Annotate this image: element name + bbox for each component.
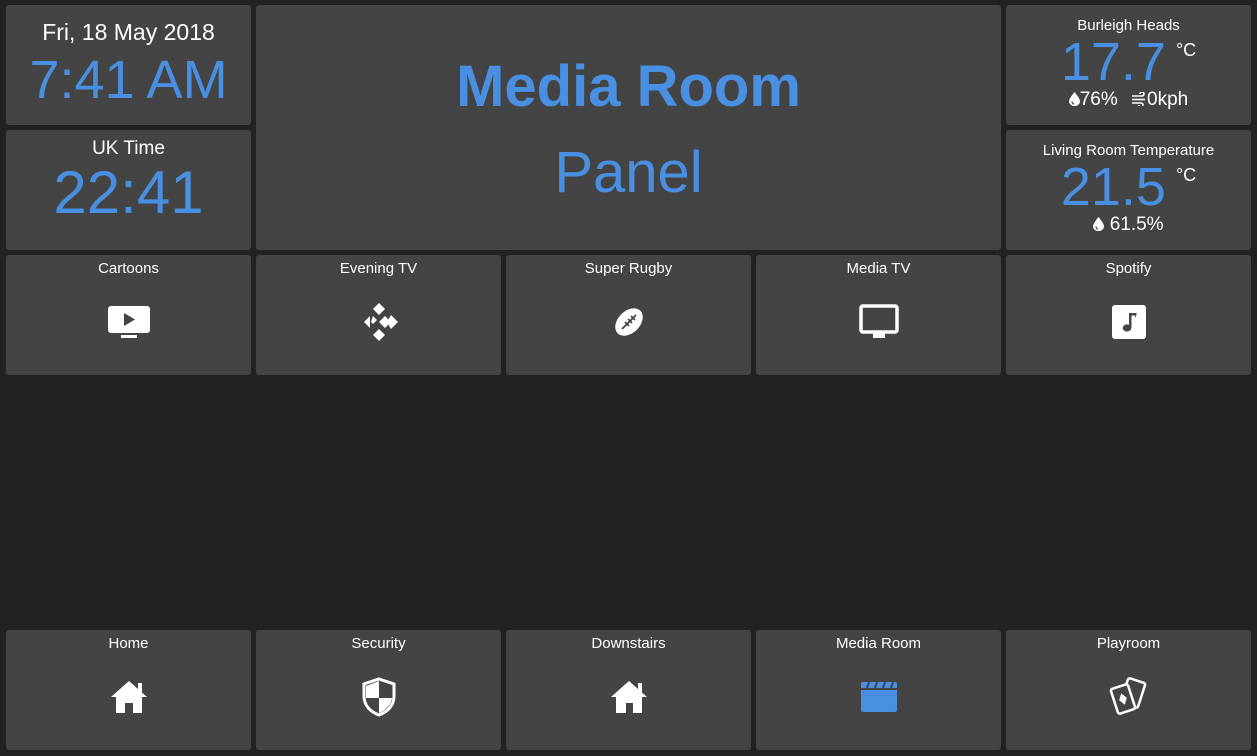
nav-button-security[interactable]: Security bbox=[256, 630, 501, 750]
room-temperature-unit: °C bbox=[1175, 165, 1197, 185]
scene-button-evening-tv[interactable]: Evening TV bbox=[256, 255, 501, 375]
music-note-icon bbox=[1107, 303, 1151, 341]
nav-label: Security bbox=[351, 635, 406, 652]
weather-temperature-value: 17.7 bbox=[1060, 32, 1166, 92]
scene-label: Evening TV bbox=[339, 260, 418, 277]
scene-button-media-tv[interactable]: Media TV bbox=[756, 255, 1001, 375]
nav-label: Media Room bbox=[835, 635, 922, 652]
nav-label: Playroom bbox=[1096, 635, 1161, 652]
weather-details: 76% 0kph bbox=[1006, 89, 1251, 111]
home-icon bbox=[107, 678, 151, 716]
clock-tile: Fri, 18 May 2018 7:41 AM bbox=[6, 5, 251, 125]
uk-time-title: UK Time bbox=[92, 138, 165, 159]
weather-temperature: 17.7 °C bbox=[1006, 31, 1251, 93]
room-temperature-tile[interactable]: Living Room Temperature 21.5 °C 61.5% bbox=[1006, 130, 1251, 250]
date-text: Fri, 18 May 2018 bbox=[42, 19, 215, 45]
scene-label: Media TV bbox=[846, 260, 911, 277]
scene-label: Cartoons bbox=[98, 260, 159, 277]
uk-time-tile: UK Time 22:41 bbox=[6, 130, 251, 250]
page-title: Media Room bbox=[456, 54, 801, 119]
nav-label: Home bbox=[108, 635, 149, 652]
weather-unit: °C bbox=[1175, 40, 1197, 60]
local-time: 7:41 AM bbox=[29, 50, 228, 110]
rugby-ball-icon bbox=[607, 303, 651, 341]
page-subtitle: Panel bbox=[554, 140, 703, 205]
clapperboard-icon bbox=[857, 678, 901, 716]
wind-icon bbox=[1132, 91, 1146, 108]
nav-label: Downstairs bbox=[591, 635, 666, 652]
scene-label: Spotify bbox=[1105, 260, 1152, 277]
room-humidity-row: 61.5% bbox=[1006, 214, 1251, 236]
scene-label: Super Rugby bbox=[584, 260, 673, 277]
scene-button-cartoons[interactable]: Cartoons bbox=[6, 255, 251, 375]
room-temperature-value: 21.5 bbox=[1060, 157, 1166, 217]
room-temperature: 21.5 °C bbox=[1006, 156, 1251, 218]
panel-title-tile: Media Room Panel bbox=[256, 5, 1001, 250]
home-icon bbox=[607, 678, 651, 716]
scene-button-spotify[interactable]: Spotify bbox=[1006, 255, 1251, 375]
monitor-icon bbox=[857, 303, 901, 341]
weather-humidity: 76% bbox=[1079, 89, 1118, 110]
nav-button-home[interactable]: Home bbox=[6, 630, 251, 750]
tv-play-icon bbox=[107, 303, 151, 341]
humidity-icon bbox=[1093, 217, 1105, 231]
shield-icon bbox=[357, 677, 401, 717]
nav-button-playroom[interactable]: Playroom bbox=[1006, 630, 1251, 750]
nav-button-media-room[interactable]: Media Room bbox=[756, 630, 1001, 750]
uk-time-value: 22:41 bbox=[53, 159, 204, 226]
kodi-icon bbox=[357, 303, 401, 341]
scene-button-super-rugby[interactable]: Super Rugby bbox=[506, 255, 751, 375]
playing-cards-icon bbox=[1107, 677, 1151, 716]
humidity-icon bbox=[1068, 92, 1080, 106]
weather-wind: 0kph bbox=[1147, 89, 1189, 110]
weather-tile[interactable]: Burleigh Heads 17.7 °C 76% 0kph bbox=[1006, 5, 1251, 125]
room-humidity: 61.5% bbox=[1109, 214, 1164, 235]
nav-button-downstairs[interactable]: Downstairs bbox=[506, 630, 751, 750]
